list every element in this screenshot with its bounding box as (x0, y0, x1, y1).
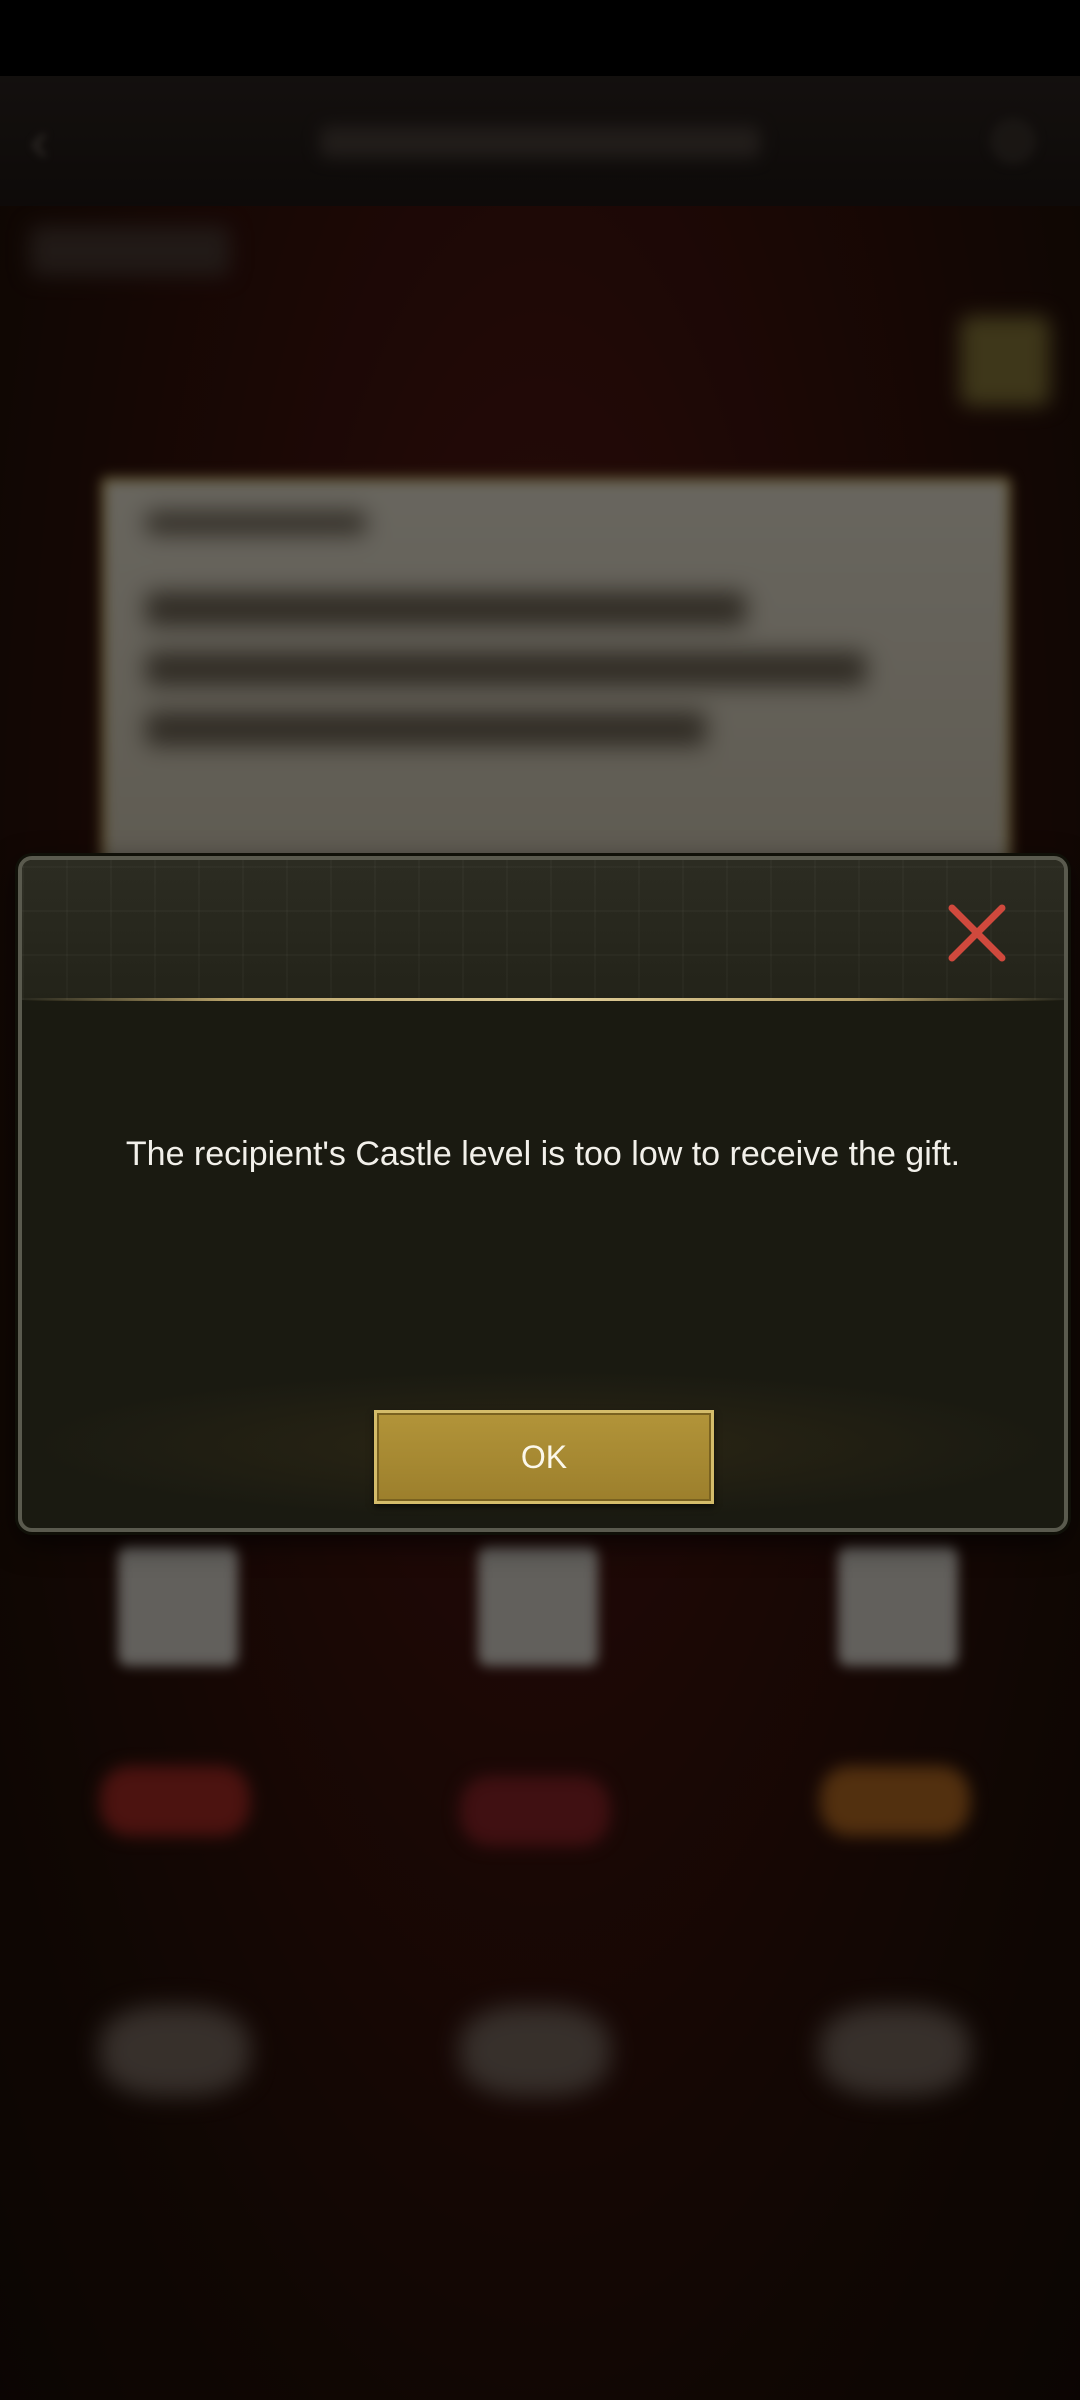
dialog-header (22, 860, 1064, 1000)
ok-button[interactable]: OK (374, 1410, 714, 1504)
close-icon (948, 904, 1006, 962)
dialog-message: The recipient's Castle level is too low … (125, 1135, 961, 1173)
alert-dialog: The recipient's Castle level is too low … (18, 856, 1068, 1532)
close-button[interactable] (942, 898, 1012, 968)
dialog-divider (22, 998, 1064, 1001)
